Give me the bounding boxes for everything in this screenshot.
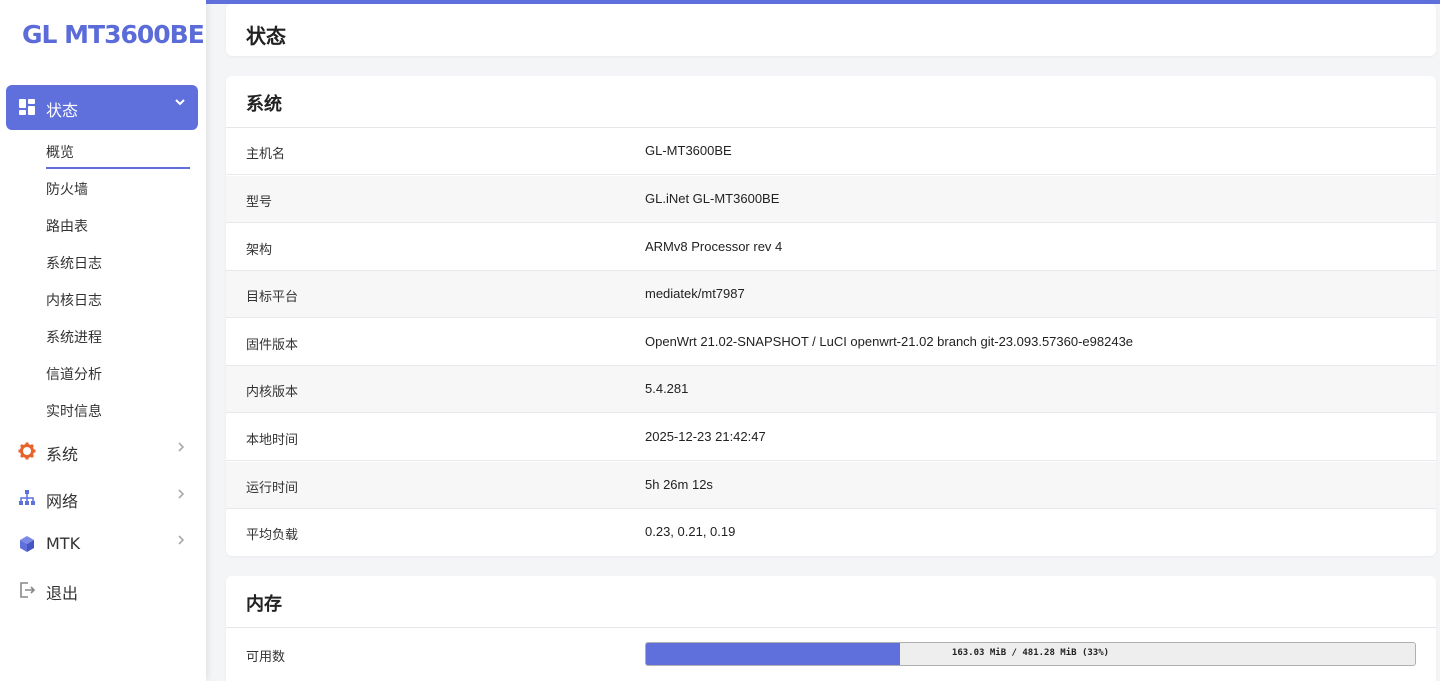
sidebar-item-label: 系统 [46, 445, 79, 464]
sidebar-item-mtk[interactable]: MTK [0, 524, 206, 564]
row-key: 内核版本 [246, 385, 299, 400]
logout-icon [18, 581, 36, 599]
sidebar: GL MT3600BE 状态 概览 防火墙 路由表 系统日志 内核日志 系统进程… [0, 0, 206, 681]
row-value: mediatek/mt7987 [645, 286, 745, 301]
sidebar-item-network[interactable]: 网络 [0, 478, 206, 518]
progress-text: 163.03 MiB / 481.28 MiB (33%) [951, 648, 1110, 658]
sidebar-item-system[interactable]: 系统 [0, 431, 206, 471]
system-card: 系统 主机名 GL-MT3600BE 型号 GL.iNet GL-MT3600B… [226, 76, 1436, 556]
table-row: 运行时间 5h 26m 12s [226, 462, 1436, 509]
row-value: 0.23, 0.21, 0.19 [645, 524, 736, 539]
memory-progress-bar: 163.03 MiB / 481.28 MiB (33%) [645, 642, 1416, 666]
table-row: 固件版本 OpenWrt 21.02-SNAPSHOT / LuCI openw… [226, 319, 1436, 366]
dashboard-icon [19, 99, 35, 115]
row-value: GL-MT3600BE [645, 143, 732, 158]
sidebar-item-status[interactable]: 状态 [6, 85, 198, 130]
table-row: 可用数 163.03 MiB / 481.28 MiB (33%) [226, 628, 1436, 681]
sidebar-subitem-kernel-log[interactable]: 内核日志 [46, 290, 102, 310]
system-card-title: 系统 [246, 94, 282, 115]
row-value: GL.iNet GL-MT3600BE [645, 191, 780, 206]
table-row: 主机名 GL-MT3600BE [226, 128, 1436, 175]
sidebar-item-label: 退出 [46, 584, 79, 603]
row-key: 本地时间 [246, 433, 299, 448]
sidebar-subitem-routes[interactable]: 路由表 [46, 216, 88, 236]
row-key: 主机名 [246, 147, 286, 162]
chevron-right-icon [176, 441, 186, 457]
sidebar-subitem-processes[interactable]: 系统进程 [46, 327, 102, 347]
row-value: ARMv8 Processor rev 4 [645, 239, 783, 254]
table-row: 本地时间 2025-12-23 21:42:47 [226, 414, 1436, 461]
row-value: 5h 26m 12s [645, 477, 713, 492]
row-value: 5.4.281 [645, 381, 689, 396]
sidebar-subitem-syslog[interactable]: 系统日志 [46, 253, 102, 273]
memory-card-title: 内存 [246, 594, 282, 615]
active-subitem-underline [46, 167, 190, 169]
sidebar-subitem-realtime[interactable]: 实时信息 [46, 401, 102, 421]
table-row: 目标平台 mediatek/mt7987 [226, 271, 1436, 318]
page-header: 状态 [226, 4, 1436, 56]
sidebar-item-label: 状态 [46, 101, 79, 120]
memory-card: 内存 可用数 163.03 MiB / 481.28 MiB (33%) [226, 576, 1436, 681]
gear-icon [18, 442, 36, 460]
sidebar-item-label: 网络 [46, 492, 79, 511]
row-key: 平均负载 [246, 528, 299, 543]
network-icon [18, 489, 36, 507]
table-row: 型号 GL.iNet GL-MT3600BE [226, 176, 1436, 223]
chevron-right-icon [176, 534, 186, 550]
sidebar-subitem-overview[interactable]: 概览 [46, 142, 74, 162]
row-key: 固件版本 [246, 338, 299, 353]
sidebar-item-label: MTK [46, 534, 81, 553]
row-key: 型号 [246, 195, 273, 210]
row-key: 可用数 [246, 650, 286, 665]
page-title: 状态 [246, 24, 286, 48]
row-key: 目标平台 [246, 290, 299, 305]
sidebar-item-logout[interactable]: 退出 [0, 570, 206, 610]
chevron-right-icon [176, 488, 186, 504]
table-row: 内核版本 5.4.281 [226, 366, 1436, 413]
sidebar-subitem-firewall[interactable]: 防火墙 [46, 179, 88, 199]
cube-icon [18, 535, 36, 553]
table-row: 架构 ARMv8 Processor rev 4 [226, 224, 1436, 271]
row-key: 运行时间 [246, 481, 299, 496]
row-value: 2025-12-23 21:42:47 [645, 429, 766, 444]
brand-logo[interactable]: GL MT3600BE [22, 20, 205, 49]
row-key: 架构 [246, 243, 273, 258]
chevron-down-icon [174, 96, 186, 112]
row-value: OpenWrt 21.02-SNAPSHOT / LuCI openwrt-21… [645, 334, 1134, 349]
table-row: 平均负载 0.23, 0.21, 0.19 [226, 509, 1436, 556]
sidebar-subitem-channel-analysis[interactable]: 信道分析 [46, 364, 102, 384]
